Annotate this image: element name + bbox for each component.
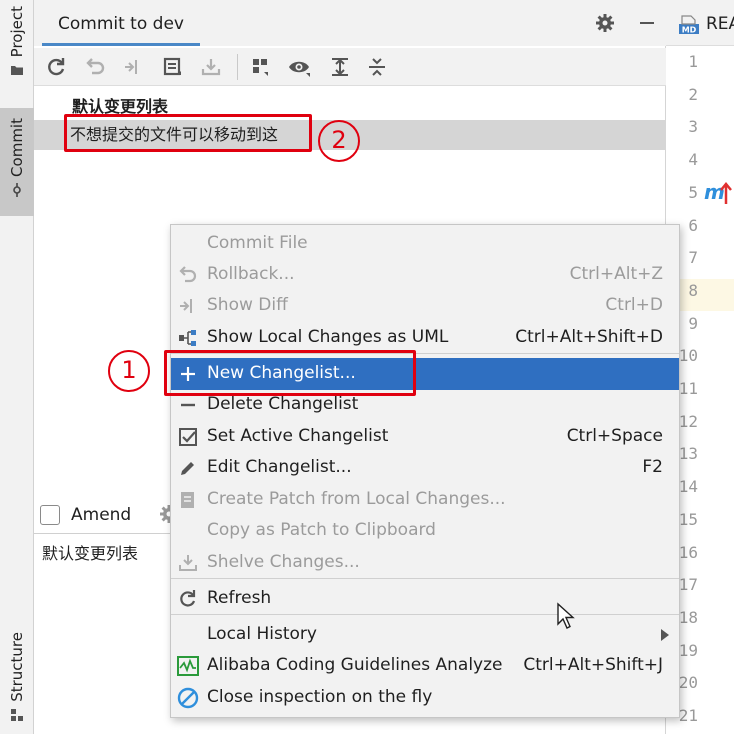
editor-tab-label: REA bbox=[706, 14, 734, 34]
shelve-button[interactable] bbox=[199, 55, 223, 79]
context-menu: Commit File Rollback... Ctrl+Alt+Z Show Dif… bbox=[170, 224, 680, 718]
menu-separator bbox=[171, 614, 679, 615]
menu-item-refresh[interactable]: Refresh bbox=[171, 583, 679, 615]
shelve-icon bbox=[177, 552, 199, 574]
menu-item-shortcut: Ctrl+Alt+Shift+J bbox=[523, 655, 663, 675]
expand-all-icon bbox=[332, 58, 348, 76]
commit-icon bbox=[13, 182, 21, 197]
mouse-cursor-icon bbox=[557, 602, 575, 629]
menu-item-shortcut: Ctrl+Space bbox=[566, 426, 663, 446]
menu-item-label: Set Active Changelist bbox=[207, 426, 389, 446]
checkbox-icon bbox=[177, 426, 199, 448]
menu-item-label: Local History bbox=[207, 624, 317, 644]
annotation-circle-2: 2 bbox=[318, 120, 360, 162]
menu-item-label: Show Local Changes as UML bbox=[207, 327, 449, 347]
menu-item-shortcut: Ctrl+D bbox=[605, 295, 663, 315]
folder-icon bbox=[11, 66, 23, 76]
menu-item-shelve-changes[interactable]: Shelve Changes... bbox=[171, 547, 679, 579]
menu-item-label: Close inspection on the fly bbox=[207, 687, 433, 707]
line-number: 1 bbox=[688, 52, 698, 71]
collapse-all-icon bbox=[369, 58, 385, 76]
gear-icon[interactable] bbox=[594, 12, 616, 34]
sidebar-tab-structure[interactable]: Structure bbox=[0, 632, 34, 732]
menu-item-label: Copy as Patch to Clipboard bbox=[207, 520, 436, 540]
menu-item-label: Create Patch from Local Changes... bbox=[207, 489, 506, 509]
patch-icon bbox=[177, 489, 199, 511]
refresh-button[interactable] bbox=[44, 55, 68, 79]
rollback-button[interactable] bbox=[83, 55, 107, 79]
eye-icon bbox=[289, 61, 310, 77]
menu-item-commit-file[interactable]: Commit File bbox=[171, 228, 679, 260]
menu-item-edit-changelist[interactable]: Edit Changelist... F2 bbox=[171, 452, 679, 484]
commit-panel-header: Commit to dev bbox=[34, 0, 666, 46]
message-history-icon bbox=[163, 57, 181, 76]
shelve-icon bbox=[201, 59, 221, 76]
minimize-icon[interactable] bbox=[636, 12, 658, 34]
view-options-button[interactable] bbox=[288, 55, 312, 79]
sidebar-tab-structure-label: Structure bbox=[8, 632, 26, 702]
sidebar-tab-project[interactable]: Project bbox=[0, 6, 34, 92]
menu-item-close-inspection-on-the-fly[interactable]: Close inspection on the fly bbox=[171, 682, 679, 714]
group-by-icon bbox=[253, 59, 268, 76]
menu-item-label: Delete Changelist bbox=[207, 394, 359, 414]
sidebar-tab-commit[interactable]: Commit bbox=[0, 108, 34, 216]
pencil-icon bbox=[177, 457, 199, 479]
commit-toolbar bbox=[34, 48, 666, 86]
diff-icon bbox=[177, 295, 199, 317]
commit-message-field[interactable]: 默认变更列表 bbox=[42, 540, 138, 564]
commit-tab[interactable]: Commit to dev bbox=[42, 8, 200, 46]
menu-item-copy-as-patch-to-clipboard[interactable]: Copy as Patch to Clipboard bbox=[171, 515, 679, 547]
menu-item-label: Commit File bbox=[207, 233, 308, 253]
annotation-box-new-changelist bbox=[164, 350, 416, 396]
show-diff-button[interactable] bbox=[121, 55, 145, 79]
menu-item-create-patch-from-local-changes[interactable]: Create Patch from Local Changes... bbox=[171, 484, 679, 516]
rollback-icon bbox=[177, 264, 199, 286]
diff-icon bbox=[125, 60, 137, 74]
line-number: 2 bbox=[688, 84, 698, 104]
menu-item-rollback[interactable]: Rollback... Ctrl+Alt+Z bbox=[171, 259, 679, 291]
editor-tab-readme[interactable]: MD REA bbox=[666, 0, 734, 46]
line-number: 5 bbox=[688, 182, 698, 202]
up-arrow-icon bbox=[720, 182, 732, 204]
uml-icon bbox=[177, 327, 199, 349]
menu-item-label: Shelve Changes... bbox=[207, 552, 360, 572]
refresh-icon bbox=[48, 58, 65, 76]
menu-item-shortcut: Ctrl+Alt+Shift+D bbox=[515, 327, 663, 347]
toolbar-separator bbox=[237, 54, 238, 80]
menu-item-local-history[interactable]: Local History bbox=[171, 619, 679, 651]
annotation-box-selected-item bbox=[64, 114, 312, 152]
menu-item-label: Edit Changelist... bbox=[207, 457, 352, 477]
minus-icon bbox=[177, 394, 199, 416]
menu-item-shortcut: F2 bbox=[642, 457, 663, 477]
line-number: 4 bbox=[688, 150, 698, 170]
refresh-icon bbox=[177, 588, 199, 610]
structure-icon bbox=[11, 708, 23, 721]
analyze-icon bbox=[177, 655, 199, 677]
annotation-circle-1: 1 bbox=[108, 350, 150, 392]
menu-item-show-diff[interactable]: Show Diff Ctrl+D bbox=[171, 290, 679, 322]
left-tool-strip: Project Commit Structure bbox=[0, 0, 34, 734]
sidebar-tab-commit-label: Commit bbox=[8, 118, 26, 177]
amend-checkbox[interactable] bbox=[40, 505, 60, 525]
block-icon bbox=[177, 687, 199, 709]
menu-item-label: Rollback... bbox=[207, 264, 295, 284]
amend-label[interactable]: Amend bbox=[71, 505, 131, 525]
group-by-button[interactable] bbox=[249, 55, 273, 79]
markdown-file-icon: MD bbox=[679, 15, 699, 35]
commit-message-history-button[interactable] bbox=[161, 55, 185, 79]
line-number: 3 bbox=[688, 117, 698, 137]
menu-item-label: Refresh bbox=[207, 588, 272, 608]
menu-separator bbox=[171, 578, 679, 579]
menu-item-label: Alibaba Coding Guidelines Analyze bbox=[207, 655, 503, 675]
sidebar-tab-project-label: Project bbox=[8, 6, 26, 58]
menu-item-label: Show Diff bbox=[207, 295, 288, 315]
submenu-arrow-icon bbox=[661, 629, 669, 641]
expand-all-button[interactable] bbox=[328, 55, 352, 79]
markdown-badge-text: MD bbox=[682, 26, 697, 35]
collapse-all-button[interactable] bbox=[365, 55, 389, 79]
menu-item-alibaba-coding-guidelines-analyze[interactable]: Alibaba Coding Guidelines Analyze Ctrl+Al… bbox=[171, 650, 679, 682]
menu-item-shortcut: Ctrl+Alt+Z bbox=[569, 264, 663, 284]
menu-item-set-active-changelist[interactable]: Set Active Changelist Ctrl+Space bbox=[171, 421, 679, 453]
rollback-icon bbox=[86, 58, 105, 75]
